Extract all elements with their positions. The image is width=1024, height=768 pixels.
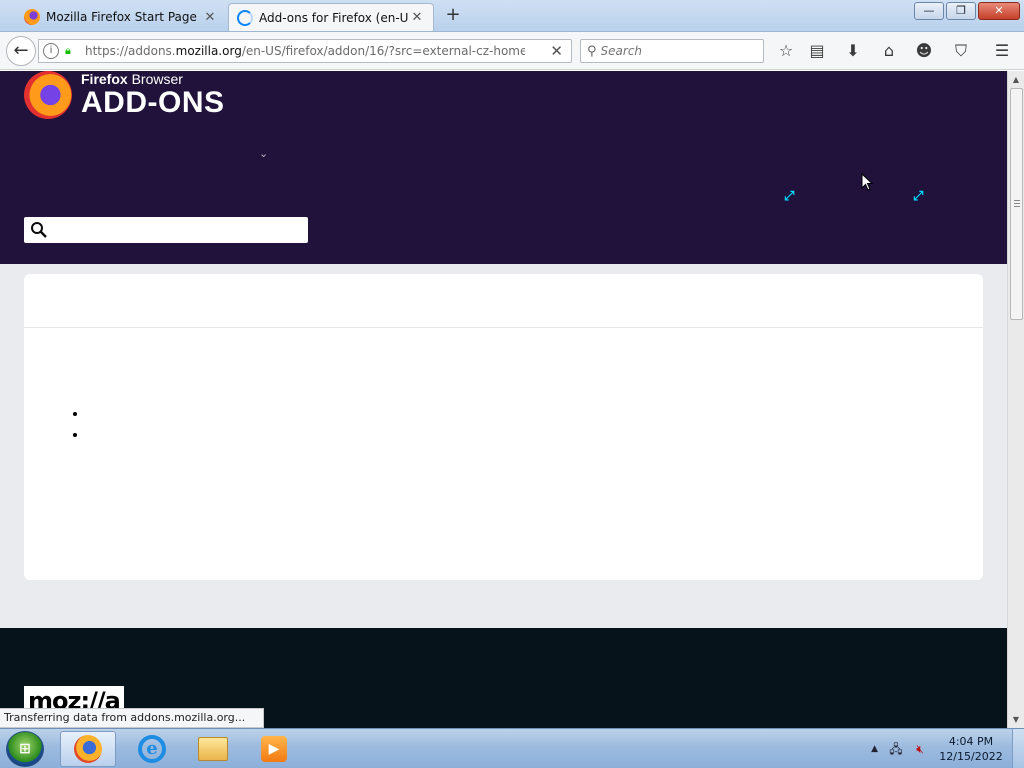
minimize-button[interactable]: — [914,2,944,20]
logo-firefox-text: Firefox [81,71,128,87]
window-controls: — ❐ ✕ [914,2,1020,20]
addons-search-input[interactable] [54,223,308,237]
scroll-up-icon[interactable]: ▲ [1008,71,1024,88]
grip-icon [1014,200,1020,207]
close-tab-icon[interactable]: ✕ [409,10,425,25]
volume-muted-icon[interactable]: 🔇︎ [912,741,928,757]
downloads-icon[interactable]: ⬇ [842,41,864,61]
amo-header: Firefox Browser ADD-ONS ⌄ ⤢ ⤢ [0,71,1007,264]
url-text[interactable]: https://addons.mozilla.org/en-US/firefox… [85,44,525,58]
taskbar-media-player[interactable]: ▶ [246,731,302,767]
tab-label: Add-ons for Firefox (en-US) [259,10,409,25]
logo-addons-text: ADD-ONS [81,86,225,119]
network-icon[interactable]: 🖧︎ [888,741,904,757]
firefox-icon [74,735,102,763]
start-button[interactable]: ⊞ [6,731,44,767]
pocket-icon[interactable]: ⛉ [950,41,972,61]
vertical-scrollbar[interactable]: ▲ ▼ [1007,71,1024,728]
scroll-thumb[interactable] [1010,88,1023,320]
scroll-down-icon[interactable]: ▼ [1008,711,1024,728]
navigation-toolbar: ← i 🔒︎ https://addons.mozilla.org/en-US/… [0,32,1024,70]
show-hidden-icons-icon[interactable]: ▲ [871,744,878,754]
hello-smiley-icon[interactable]: ☻ [913,41,935,61]
system-tray: ▲ 🖧︎ 🔇︎ 4:04 PM 12/15/2022 [871,729,1024,768]
search-icon [31,222,47,238]
tab-firefox-start-page[interactable]: Mozilla Firefox Start Page ✕ [16,3,226,31]
back-button[interactable]: ← [6,36,36,66]
search-engine-icon[interactable]: ⚲ [587,44,597,59]
loading-spinner-icon [237,9,253,26]
clock-time: 4:04 PM [948,735,994,748]
stop-loading-icon[interactable]: ✕ [550,42,563,60]
lock-icon[interactable]: 🔒︎ [65,45,77,57]
external-link-icon[interactable]: ⤢ [913,189,923,204]
firefox-icon [24,9,40,25]
addon-content-card [24,274,983,580]
media-player-icon: ▶ [261,736,287,762]
menu-hamburger-icon[interactable]: ☰ [991,41,1013,61]
taskbar-file-explorer[interactable] [185,731,241,767]
internet-explorer-icon: e [138,735,166,763]
clock[interactable]: 4:04 PM 12/15/2022 [936,734,1006,764]
site-info-icon[interactable]: i [43,43,59,59]
windows-logo-icon: ⊞ [19,741,31,757]
search-bar[interactable]: ⚲ [580,39,764,63]
tab-strip: Mozilla Firefox Start Page ✕ Add-ons for… [0,0,1024,32]
new-tab-button[interactable]: + [442,6,464,26]
close-tab-icon[interactable]: ✕ [202,10,218,25]
show-desktop-button[interactable] [1012,729,1024,768]
clock-date: 12/15/2022 [939,750,1003,763]
url-bar[interactable]: i 🔒︎ https://addons.mozilla.org/en-US/fi… [38,39,572,63]
file-explorer-icon [198,737,228,761]
status-panel: Transferring data from addons.mozilla.or… [0,708,264,728]
addons-search-field[interactable] [24,217,308,243]
logo-browser-text: Browser [127,71,183,87]
restore-button[interactable]: ❐ [946,2,976,20]
tab-label: Mozilla Firefox Start Page [46,10,197,24]
taskbar-firefox[interactable] [60,731,116,767]
chevron-down-icon[interactable]: ⌄ [259,147,268,160]
taskbar: ⊞ e ▶ ▲ 🖧︎ 🔇︎ 4:04 PM 12/15/2022 [0,728,1024,768]
home-icon[interactable]: ⌂ [878,41,900,61]
amo-logo[interactable]: Firefox Browser ADD-ONS [24,71,225,119]
card-header [24,274,983,328]
search-input[interactable] [600,44,751,58]
close-window-button[interactable]: ✕ [978,2,1020,20]
firefox-logo-icon [24,71,72,119]
bookmarks-list-icon[interactable]: ▤ [806,41,828,61]
page-viewport: Firefox Browser ADD-ONS ⌄ ⤢ ⤢ moz://a [0,71,1007,728]
bookmark-star-icon[interactable]: ☆ [775,41,797,61]
url-domain: mozilla.org [175,44,242,58]
taskbar-internet-explorer[interactable]: e [124,731,180,767]
mouse-cursor-icon [861,172,874,195]
back-arrow-icon: ← [13,40,29,61]
tab-addons[interactable]: Add-ons for Firefox (en-US) ✕ [228,3,434,31]
external-link-icon[interactable]: ⤢ [784,189,794,204]
